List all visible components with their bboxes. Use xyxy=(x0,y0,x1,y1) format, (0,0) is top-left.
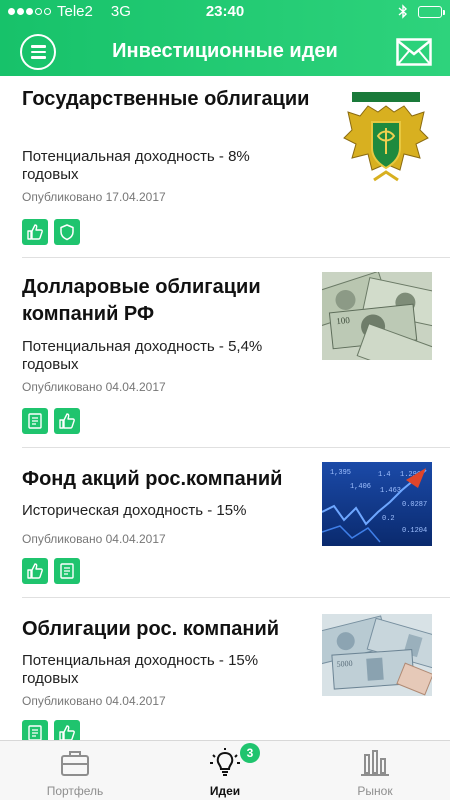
briefcase-icon xyxy=(61,751,89,776)
tab-bar: Портфель 3 Идеи Рынок xyxy=(0,740,450,800)
shield-icon xyxy=(54,219,80,245)
tab-portfolio-label: Портфель xyxy=(46,784,104,798)
idea-date: Опубликовано 17.04.2017 xyxy=(22,190,166,204)
idea-badges xyxy=(22,219,80,245)
svg-text:100: 100 xyxy=(336,315,351,326)
tab-ideas-label: Идеи xyxy=(209,784,241,798)
svg-text:0.0287: 0.0287 xyxy=(402,501,427,509)
idea-title: Государственные облигации xyxy=(22,88,310,110)
tab-market[interactable]: Рынок xyxy=(300,741,450,800)
bar-chart-icon xyxy=(361,750,389,776)
idea-yield: Потенциальная доходность - 15% годовых xyxy=(22,652,259,687)
idea-title: Долларовые облигации компаний РФ xyxy=(22,276,261,325)
battery-icon xyxy=(418,5,445,18)
idea-date: Опубликовано 04.04.2017 xyxy=(22,532,166,546)
tab-ideas[interactable]: 3 Идеи xyxy=(150,741,300,800)
idea-badges xyxy=(22,558,80,584)
document-icon xyxy=(22,720,48,740)
idea-date: Опубликовано 04.04.2017 xyxy=(22,694,166,708)
stock-chart-image: 1.4 1.296 1.4630.0287 0.20.1204 1,3951,40… xyxy=(322,462,432,546)
lightbulb-icon xyxy=(210,748,240,776)
svg-text:0.1204: 0.1204 xyxy=(402,527,427,535)
svg-text:0.2: 0.2 xyxy=(382,515,395,523)
page-title: Инвестиционные идеи xyxy=(112,40,338,62)
status-time: 23:40 xyxy=(205,3,245,20)
ruble-bills-image: 5000 xyxy=(322,614,432,696)
idea-yield: Потенциальная доходность - 5,4% годовых xyxy=(22,338,263,373)
idea-card[interactable]: Государственные облигации Потенциальная … xyxy=(0,76,450,258)
app-header: Tele2 3G 23:40 Инвестиционные идеи xyxy=(0,0,450,76)
idea-card[interactable]: Облигации рос. компаний Потенциальная до… xyxy=(0,598,450,740)
svg-text:1,395: 1,395 xyxy=(330,469,351,477)
thumbs-up-icon xyxy=(22,558,48,584)
idea-badges xyxy=(22,408,80,434)
thumbs-up-icon xyxy=(22,219,48,245)
idea-yield: Историческая доходность - 15% xyxy=(22,502,247,519)
svg-text:1.4: 1.4 xyxy=(378,471,391,479)
svg-text:1,406: 1,406 xyxy=(350,483,371,491)
dollar-bills-image: 100 xyxy=(322,272,432,360)
document-icon xyxy=(54,558,80,584)
status-bar: Tele2 3G 23:40 xyxy=(0,0,450,24)
ideas-feed[interactable]: Государственные облигации Потенциальная … xyxy=(0,76,450,740)
ideas-count-badge: 3 xyxy=(240,743,260,763)
document-icon xyxy=(22,408,48,434)
idea-card[interactable]: Долларовые облигации компаний РФ Потенци… xyxy=(0,258,450,448)
thumbs-up-icon xyxy=(54,408,80,434)
idea-yield: Потенциальная доходность - 8% годовых xyxy=(22,148,250,183)
tab-market-label: Рынок xyxy=(357,784,393,798)
idea-badges xyxy=(22,720,80,740)
idea-title: Облигации рос. компаний xyxy=(22,618,280,640)
coat-of-arms-image xyxy=(343,92,429,182)
svg-text:5000: 5000 xyxy=(336,659,353,669)
status-right xyxy=(398,4,445,19)
idea-title: Фонд акций рос.компаний xyxy=(22,468,283,490)
idea-card[interactable]: Фонд акций рос.компаний Историческая дох… xyxy=(0,448,450,598)
mail-icon[interactable] xyxy=(396,38,432,66)
idea-date: Опубликовано 04.04.2017 xyxy=(22,380,166,394)
tab-portfolio[interactable]: Портфель xyxy=(0,741,150,800)
thumbs-up-icon xyxy=(54,720,80,740)
bluetooth-icon xyxy=(398,4,408,19)
